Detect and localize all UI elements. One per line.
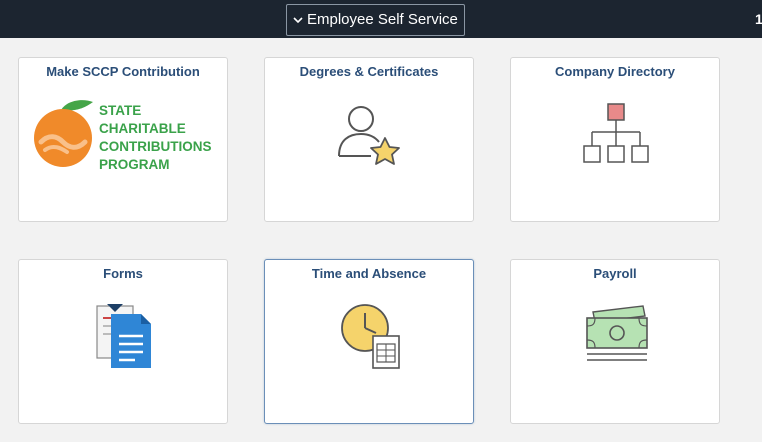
homepage-selector-dropdown[interactable]: Employee Self Service	[286, 4, 465, 36]
sccp-line-2: CHARITABLE	[99, 121, 186, 136]
sccp-line-3: CONTRIBUTIONS	[99, 139, 212, 154]
tile-title: Degrees & Certificates	[299, 64, 439, 79]
org-chart-icon	[583, 103, 649, 163]
sccp-logo-text: STATE CHARITABLE CONTRIBUTIONS PROGRAM	[99, 102, 212, 174]
topbar-edge-text: 1	[755, 11, 762, 27]
tile-degrees-certificates[interactable]: Degrees & Certificates	[264, 57, 474, 222]
tile-title: Payroll	[593, 266, 637, 281]
clock-document-icon	[341, 304, 400, 369]
sccp-logo	[34, 100, 93, 167]
top-banner: Employee Self Service 1	[0, 0, 762, 38]
chevron-down-icon	[293, 17, 303, 24]
tile-title: Time and Absence	[311, 266, 427, 281]
sccp-line-1: STATE	[99, 103, 142, 118]
tile-title: Forms	[103, 266, 143, 281]
sccp-line-4: PROGRAM	[99, 157, 170, 172]
tile-title: Company Directory	[555, 64, 675, 79]
money-stack-icon	[586, 305, 648, 361]
tile-time-and-absence[interactable]: Time and Absence	[264, 259, 474, 424]
tile-company-directory[interactable]: Company Directory	[510, 57, 720, 222]
person-star-icon	[338, 106, 400, 165]
homepage-selector-label: Employee Self Service	[307, 11, 458, 28]
tile-forms[interactable]: Forms	[18, 259, 228, 424]
tile-payroll[interactable]: Payroll	[510, 259, 720, 424]
tile-title: Make SCCP Contribution	[46, 64, 200, 79]
tile-make-sccp-contribution[interactable]: Make SCCP Contribution STATE CHARITABLE …	[18, 57, 228, 222]
documents-icon	[96, 304, 151, 368]
